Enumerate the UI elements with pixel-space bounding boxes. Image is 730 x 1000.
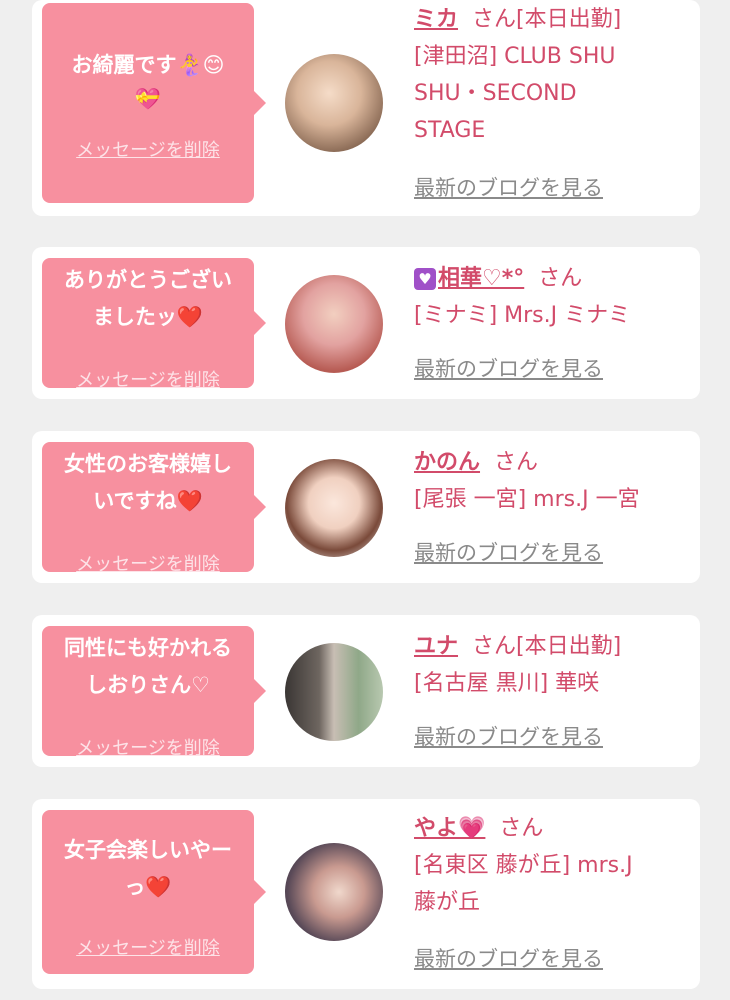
honorific: さん: [472, 634, 517, 659]
delete-message-link[interactable]: メッセージを削除: [42, 366, 254, 392]
message-card: 女子会楽しいやー っ❤️ メッセージを削除 やよ💗 さん [名東区 藤が丘] mr…: [32, 799, 700, 989]
profile-info: ユナ さん[本日出勤] [名古屋 黒川] 華咲 最新のブログを見る: [414, 629, 694, 749]
message-card: 同性にも好かれる しおりさん♡ メッセージを削除 ユナ さん[本日出勤] [名古屋…: [32, 615, 700, 767]
honorific: さん: [472, 7, 517, 32]
message-text: 💝: [134, 87, 162, 111]
message-text: いですね❤️: [93, 489, 203, 513]
shop-name: [名東区 藤が丘] mrs.J: [414, 853, 633, 878]
message-card: お綺麗です🧜‍♀️😊 💝 メッセージを削除 ミカ さん[本日出勤] [津田沼] C…: [32, 0, 700, 216]
delete-message-link[interactable]: メッセージを削除: [42, 136, 254, 162]
message-text: っ❤️: [124, 875, 172, 899]
girl-name-link[interactable]: 相華♡*°: [438, 266, 524, 291]
girl-name-link[interactable]: かのん: [414, 450, 480, 475]
message-text: お綺麗です🧜‍♀️😊: [71, 53, 225, 77]
message-bubble: 女性のお客様嬉し いですね❤️ メッセージを削除: [42, 442, 266, 575]
honorific: さん: [494, 450, 539, 475]
message-text: 女子会楽しいやー: [64, 838, 232, 862]
avatar[interactable]: [285, 643, 383, 741]
message-bubble: 同性にも好かれる しおりさん♡ メッセージを削除: [42, 626, 266, 759]
girl-name-link[interactable]: ユナ: [414, 634, 458, 659]
avatar[interactable]: [285, 54, 383, 152]
honorific: さん: [499, 816, 544, 841]
profile-info: やよ💗 さん [名東区 藤が丘] mrs.J 藤が丘 最新のブログを見る: [414, 811, 694, 971]
message-card: ありがとうござい ましたッ❤️ メッセージを削除 ♥ 相華♡*° さん [ミナミ] …: [32, 247, 700, 399]
profile-info: ミカ さん[本日出勤] [津田沼] CLUB SHU SHU・SECOND STA…: [414, 2, 694, 200]
message-bubble: お綺麗です🧜‍♀️😊 💝 メッセージを削除: [42, 3, 266, 203]
status-badge: [本日出勤]: [516, 634, 622, 659]
status-badge: [本日出勤]: [516, 7, 622, 32]
shop-name: [名古屋 黒川] 華咲: [414, 671, 600, 696]
profile-info: かのん さん [尾張 一宮] mrs.J 一宮 最新のブログを見る: [414, 445, 694, 565]
shop-name: SHU・SECOND: [414, 81, 577, 106]
message-text: しおりさん♡: [86, 673, 210, 697]
message-text: 女性のお客様嬉し: [64, 452, 232, 476]
message-card: 女性のお客様嬉し いですね❤️ メッセージを削除 かのん さん [尾張 一宮] m…: [32, 431, 700, 583]
latest-blog-link[interactable]: 最新のブログを見る: [414, 353, 603, 383]
girl-name-link[interactable]: やよ💗: [414, 816, 485, 841]
avatar[interactable]: [285, 275, 383, 373]
girl-name-link[interactable]: ミカ: [414, 7, 458, 32]
message-bubble: ありがとうござい ましたッ❤️ メッセージを削除: [42, 258, 266, 391]
message-text: ましたッ❤️: [92, 305, 204, 329]
delete-message-link[interactable]: メッセージを削除: [42, 934, 254, 960]
honorific: さん: [538, 266, 583, 291]
latest-blog-link[interactable]: 最新のブログを見る: [414, 172, 603, 202]
delete-message-link[interactable]: メッセージを削除: [42, 550, 254, 576]
shop-name: 藤が丘: [414, 890, 481, 915]
message-text: ありがとうござい: [64, 268, 232, 292]
latest-blog-link[interactable]: 最新のブログを見る: [414, 943, 603, 973]
shop-name: [津田沼] CLUB SHU: [414, 44, 616, 69]
message-text: 同性にも好かれる: [64, 636, 232, 660]
avatar[interactable]: [285, 459, 383, 557]
latest-blog-link[interactable]: 最新のブログを見る: [414, 537, 603, 567]
shop-name: [ミナミ] Mrs.J ミナミ: [414, 303, 631, 328]
heart-icon: ♥: [414, 268, 436, 290]
message-bubble: 女子会楽しいやー っ❤️ メッセージを削除: [42, 810, 266, 974]
shop-name: STAGE: [414, 118, 486, 143]
profile-info: ♥ 相華♡*° さん [ミナミ] Mrs.J ミナミ 最新のブログを見る: [414, 261, 694, 381]
avatar[interactable]: [285, 843, 383, 941]
shop-name: [尾張 一宮] mrs.J 一宮: [414, 487, 640, 512]
delete-message-link[interactable]: メッセージを削除: [42, 734, 254, 760]
latest-blog-link[interactable]: 最新のブログを見る: [414, 721, 603, 751]
